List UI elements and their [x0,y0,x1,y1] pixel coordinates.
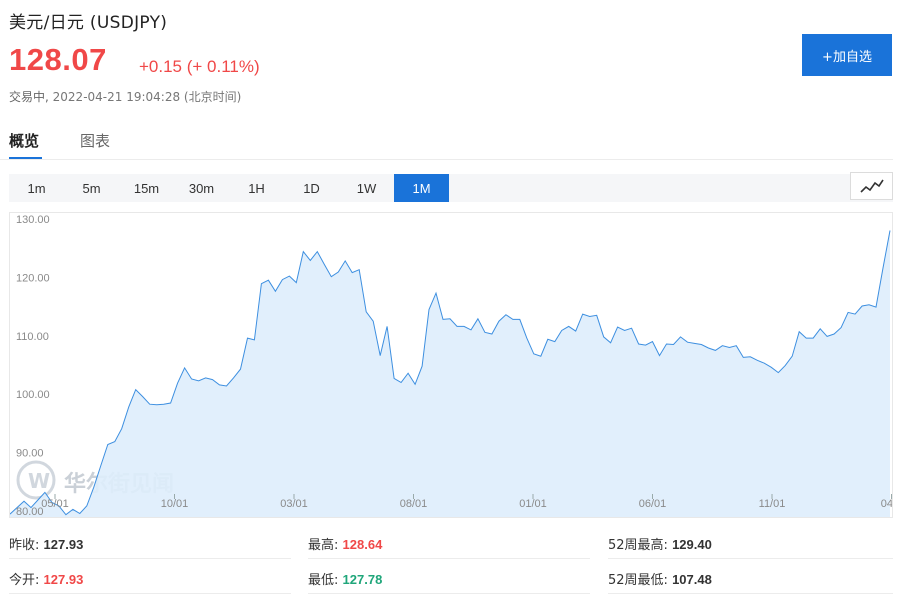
divider [9,593,291,594]
x-tick-label: 03/01 [280,498,308,510]
chart-canvas: W 华尔街见闻 80.0090.00100.00110.00120.00130.… [10,214,892,517]
stat-value: 128.64 [342,537,383,552]
stat-low: 最低: 127.78 [308,569,382,588]
line-chart-icon [859,179,884,193]
range-1M[interactable]: 1M [394,174,449,202]
instrument-title: 美元/日元 (USDJPY) [9,13,168,33]
tab-chart[interactable]: 图表 [80,130,110,151]
x-tick-label: 08/01 [400,498,428,510]
y-tick-label: 90.00 [16,448,44,460]
range-1m[interactable]: 1m [9,174,64,202]
area-fill [10,230,890,517]
current-price: 128.07 [9,42,107,77]
price-change: +0.15 (+ 0.11%) [139,57,260,76]
y-tick-label: 130.00 [16,214,50,226]
active-tab-indicator [9,157,42,159]
divider [608,593,893,594]
tab-overview[interactable]: 概览 [9,130,39,151]
range-1d[interactable]: 1D [284,174,339,202]
stat-label: 昨收: [9,538,40,553]
timestamp: 2022-04-21 19:04:28 (北京时间) [52,90,242,104]
stat-open: 今开: 127.93 [9,569,83,588]
range-15m[interactable]: 15m [119,174,174,202]
stat-value: 107.48 [672,572,712,587]
status-label: 交易中, [9,90,49,104]
range-1w[interactable]: 1W [339,174,394,202]
price-chart: W 华尔街见闻 80.0090.00100.00110.00120.00130.… [9,212,893,518]
divider [9,558,291,559]
divider [308,593,590,594]
stat-value: 129.40 [672,537,712,552]
stat-label: 52周最低: [608,573,668,588]
trading-status: 交易中, 2022-04-21 19:04:28 (北京时间) [9,88,241,105]
range-30m[interactable]: 30m [174,174,229,202]
stat-label: 最高: [308,538,339,553]
x-tick-label: 04/0 [881,498,892,510]
add-watchlist-button[interactable]: +加自选 [802,34,892,76]
stat-label: 今开: [9,573,40,588]
tab-bar: 概览 图表 [0,118,893,160]
stat-value: 127.93 [43,572,84,587]
stat-high: 最高: 128.64 [308,534,382,553]
stat-52w-low: 52周最低: 107.48 [608,569,712,588]
x-tick-label: 11/01 [759,498,786,510]
watermark-logo-icon: W [28,469,50,493]
divider [308,558,590,559]
stat-prev-close: 昨收: 127.93 [9,534,83,553]
y-tick-label: 100.00 [16,389,50,401]
stat-label: 52周最高: [608,538,668,553]
quote-stats: 昨收: 127.93 最高: 128.64 52周最高: 129.40 今开: … [0,518,899,603]
range-1h[interactable]: 1H [229,174,284,202]
x-tick-label: 10/01 [161,498,189,510]
range-selector: 1m 5m 15m 30m 1H 1D 1W 1M [9,174,893,202]
stat-value: 127.78 [342,572,383,587]
stat-52w-high: 52周最高: 129.40 [608,534,712,553]
divider [608,558,893,559]
stat-value: 127.93 [43,537,84,552]
range-5m[interactable]: 5m [64,174,119,202]
x-tick-label: 01/01 [519,498,547,510]
x-tick-label: 06/01 [639,498,667,510]
chart-type-button[interactable] [850,172,893,200]
x-tick-label: 05/01 [41,498,69,510]
y-tick-label: 110.00 [16,331,49,343]
y-tick-label: 120.00 [16,272,50,284]
y-tick-label: 80.00 [16,506,44,517]
stat-label: 最低: [308,573,339,588]
